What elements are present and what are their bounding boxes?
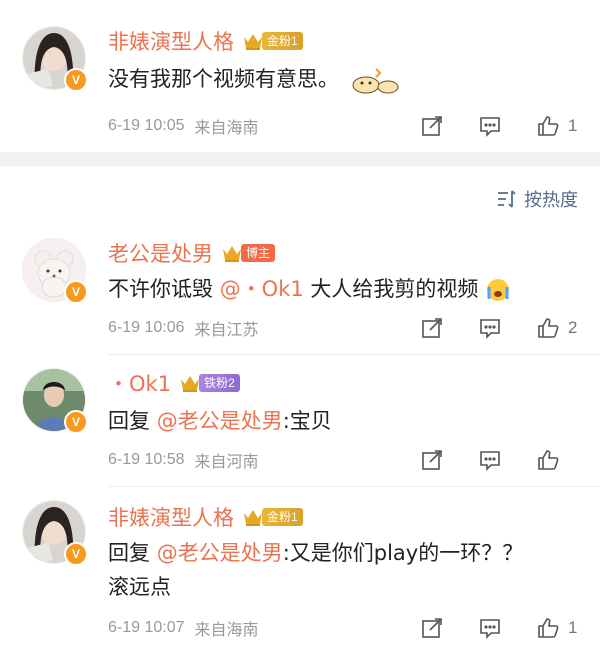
crying-emoji-icon — [487, 279, 510, 301]
location: 来自海南 — [194, 622, 259, 639]
timestamp: 6-19 10:06 — [108, 319, 185, 336]
username[interactable]: ・Ok1 — [108, 368, 171, 398]
comment-text-tail: :宝贝 — [282, 409, 332, 433]
verified-v-icon: V — [64, 280, 88, 304]
meta-row: 6-19 10:05 来自海南 1 — [108, 112, 578, 140]
meta-row: 6-19 10:07 来自海南 1 — [108, 614, 578, 642]
comment-text-body: 不许你诋毁 — [108, 277, 213, 301]
comment-text: 回复 @老公是处男:宝贝 — [108, 404, 332, 438]
crown-icon — [181, 376, 200, 392]
avatar[interactable]: V — [22, 500, 88, 566]
like-icon[interactable] — [536, 114, 560, 138]
divider — [108, 354, 600, 355]
fan-badge: 铁粉2 — [199, 374, 240, 392]
verified-v-icon: V — [64, 68, 88, 92]
avatar[interactable]: V — [22, 238, 88, 304]
share-icon[interactable] — [420, 448, 444, 472]
meta-row: 6-19 10:58 来自河南 — [108, 446, 578, 474]
sort-label: 按热度 — [524, 190, 578, 211]
verified-v-icon: V — [64, 410, 88, 434]
name-row: 老公是处男 博主 — [108, 238, 276, 268]
location: 来自海南 — [194, 120, 259, 137]
timestamp: 6-19 10:07 — [108, 619, 185, 636]
comment-text-tail: :又是你们play的一环？？ — [282, 541, 524, 565]
comment-text-line2: 滚远点 — [108, 575, 171, 599]
verified-v-icon: V — [64, 542, 88, 566]
like-count: 1 — [568, 116, 578, 135]
like-icon[interactable] — [536, 448, 560, 472]
comment-text-body: 没有我那个视频有意思。 — [108, 67, 339, 91]
crown-icon — [244, 34, 262, 50]
mention-link[interactable]: @・Ok1 — [220, 277, 304, 301]
timestamp: 6-19 10:58 — [108, 451, 185, 468]
comment-text: 回复 @老公是处男:又是你们play的一环？？ — [108, 536, 523, 570]
username[interactable]: 非婊演型人格 — [108, 26, 234, 56]
comment-text: 没有我那个视频有意思。 — [108, 62, 402, 96]
name-row: ・Ok1 铁粉2 — [108, 368, 240, 398]
crown-icon — [223, 246, 241, 262]
location: 来自河南 — [194, 454, 259, 471]
comment-text: 不许你诋毁 @・Ok1 大人给我剪的视频 — [108, 272, 511, 306]
comment-icon[interactable] — [478, 448, 502, 472]
like-count: 1 — [568, 618, 578, 637]
blogger-badge: 博主 — [241, 244, 276, 262]
comment-text-tail: 大人给我剪的视频 — [303, 277, 479, 301]
username[interactable]: 非婊演型人格 — [108, 502, 234, 532]
name-row: 非婊演型人格 金粉1 — [108, 26, 303, 56]
fan-badge: 金粉1 — [262, 508, 303, 526]
share-icon[interactable] — [420, 316, 444, 340]
mention-link[interactable]: @老公是处男 — [157, 409, 283, 433]
reply-prefix: 回复 — [108, 541, 150, 565]
timestamp: 6-19 10:05 — [108, 117, 185, 134]
comment-icon[interactable] — [478, 316, 502, 340]
comment-icon[interactable] — [478, 114, 502, 138]
location: 来自江苏 — [194, 322, 259, 339]
avatar[interactable]: V — [22, 26, 88, 92]
sort-toggle[interactable]: 按热度 — [496, 186, 578, 212]
reply-prefix: 回复 — [108, 409, 150, 433]
fan-badge: 金粉1 — [262, 32, 303, 50]
share-icon[interactable] — [420, 114, 444, 138]
crown-icon — [244, 510, 262, 526]
sticker-icon — [352, 68, 399, 94]
username[interactable]: 老公是处男 — [108, 238, 213, 268]
mention-link[interactable]: @老公是处男 — [157, 541, 283, 565]
share-icon[interactable] — [420, 616, 444, 640]
meta-row: 6-19 10:06 来自江苏 2 — [108, 314, 578, 342]
avatar[interactable]: V — [22, 368, 88, 434]
divider — [108, 486, 600, 487]
like-icon[interactable] — [536, 316, 560, 340]
sort-icon — [498, 190, 516, 208]
comment-icon[interactable] — [478, 616, 502, 640]
name-row: 非婊演型人格 金粉1 — [108, 502, 303, 532]
section-separator — [0, 152, 600, 166]
like-icon[interactable] — [536, 616, 560, 640]
like-count: 2 — [568, 318, 578, 337]
